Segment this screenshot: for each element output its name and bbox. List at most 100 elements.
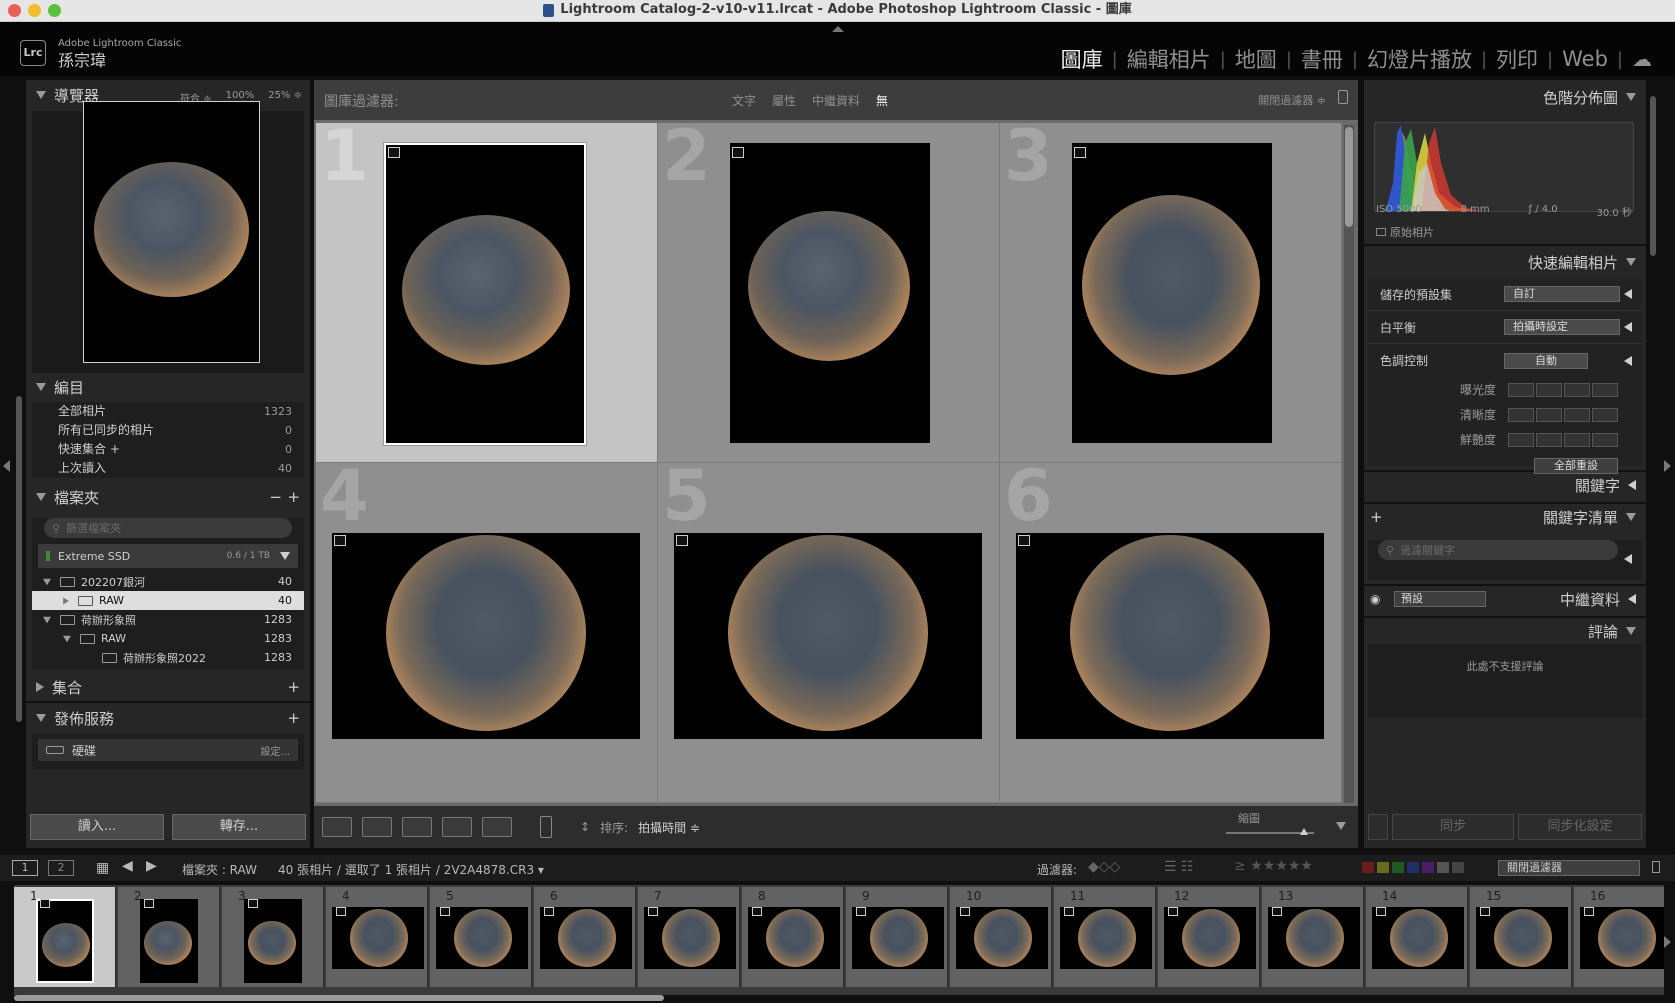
module-map[interactable]: 地圖 [1226,44,1286,74]
grid-mode-icon[interactable]: ▦ [96,860,109,876]
filmstrip-count[interactable]: 40 張相片 / 選取了 1 張相片 / 2V2A4878.CR3 ▾ [278,861,544,878]
add-folder-icon[interactable]: + [287,488,300,506]
original-photo-toggle[interactable]: 原始相片 [1376,224,1434,240]
filmstrip-cell[interactable]: 8 [742,887,844,987]
filter-preset-select[interactable]: 關閉過濾器 [1498,860,1640,876]
folder-row[interactable]: 荷辦形象照2022 1283 [32,648,304,667]
photo-thumbnail[interactable] [674,533,982,739]
grid-cell-selected[interactable]: 1 [316,123,658,463]
photo-thumbnail[interactable] [332,533,640,739]
add-keyword-icon[interactable]: + [1370,508,1383,526]
metadata-preset-select[interactable]: 預設 [1394,591,1486,607]
disclosure-triangle-icon[interactable] [1626,513,1636,521]
photo-thumbnail[interactable] [1016,533,1324,739]
sort-select[interactable]: 拍攝時間 ≑ [638,819,700,836]
saved-preset-select[interactable]: 自訂 [1504,286,1620,302]
folder-row-selected[interactable]: RAW 40 [32,591,304,610]
vibrance-plus[interactable] [1564,432,1590,447]
grid-cell[interactable]: 2 [658,123,1000,463]
filmstrip-thumbnail[interactable] [36,899,94,983]
expand-arrow-icon[interactable] [1624,289,1632,299]
import-button[interactable]: 讀入... [30,814,164,840]
publish-setup-button[interactable]: 設定... [260,743,290,758]
back-arrow-icon[interactable]: ◀ [122,858,133,874]
catalog-row-last-import[interactable]: 上次讀入 40 [32,459,304,478]
clarity-plus[interactable] [1564,407,1590,422]
filmstrip-thumbnail[interactable] [540,907,632,969]
vibrance-plus-large[interactable] [1592,432,1618,447]
photo-thumbnail[interactable] [1072,143,1272,443]
module-slideshow[interactable]: 幻燈片播放 [1358,44,1481,74]
filmstrip-thumbnail[interactable] [1372,907,1464,969]
filmstrip-thumbnail[interactable] [1580,907,1664,969]
quick-develop-header[interactable]: 快速編輯相片 [1364,244,1646,278]
add-publish-service-icon[interactable]: + [287,709,300,727]
thumbnail-size-handle[interactable] [1300,828,1308,835]
photo-thumbnail[interactable] [383,142,587,446]
toolbar-menu-icon[interactable] [1336,822,1346,830]
disclosure-triangle-icon[interactable] [1626,93,1636,101]
folder-row[interactable]: 202207銀河 40 [32,572,304,591]
loupe-view-button[interactable] [362,817,392,837]
filter-preset-select[interactable]: 關閉過濾器 ≑ [1258,92,1326,108]
disclosure-triangle-icon[interactable] [36,91,46,99]
filmstrip-cell[interactable]: 4 [326,887,428,987]
disclosure-triangle-icon[interactable] [36,383,46,391]
lock-icon[interactable] [1338,90,1348,104]
survey-view-button[interactable] [442,817,472,837]
module-book[interactable]: 書冊 [1292,44,1352,74]
exposure-minus[interactable] [1536,382,1562,397]
main-window-button[interactable]: 1 [12,860,38,876]
disclosure-triangle-icon[interactable] [36,682,44,692]
second-window-button[interactable]: 2 [48,860,74,876]
filmstrip-scrollbar[interactable] [14,995,664,1001]
filmstrip-thumbnail[interactable] [852,907,944,969]
disclosure-triangle-icon[interactable] [43,578,51,585]
zoom-25-option[interactable]: 25% ≑ [268,90,302,105]
minimize-window-button[interactable] [28,4,41,17]
comments-header[interactable]: 評論 [1364,616,1646,644]
filmstrip-cell[interactable]: 5 [430,887,532,987]
grid-cell[interactable]: 3 [1000,123,1342,463]
filmstrip-cell[interactable]: 7 [638,887,740,987]
disclosure-triangle-icon[interactable] [1626,258,1636,266]
filmstrip-thumbnail[interactable] [436,907,528,969]
grid-cell[interactable]: 5 [658,463,1000,803]
cloud-icon[interactable]: ☁ [1623,47,1661,71]
sync-button[interactable]: 同步 [1392,814,1514,840]
disclosure-triangle-icon[interactable] [43,616,51,623]
volume-expand-icon[interactable] [280,552,290,560]
filmstrip-cell[interactable]: 13 [1262,887,1364,987]
folder-row[interactable]: RAW 1283 [32,629,304,648]
forward-arrow-icon[interactable]: ▶ [146,858,157,874]
expand-arrow-icon[interactable] [1624,554,1632,564]
filter-tab-attribute[interactable]: 屬性 [772,92,796,109]
collapse-top-arrow-icon[interactable] [832,26,844,32]
filmstrip-cell[interactable]: 15 [1470,887,1572,987]
disclosure-triangle-icon[interactable] [63,635,71,642]
left-panel-toggle-icon[interactable] [3,460,10,472]
expand-arrow-icon[interactable] [1624,322,1632,332]
module-web[interactable]: Web [1553,47,1617,71]
metadata-header[interactable]: ◉ 預設 中繼資料 [1364,584,1646,612]
rating-filter-stars[interactable]: ≥ ★★★★★ [1234,858,1313,874]
exposure-minus-large[interactable] [1508,382,1534,397]
color-label-filter[interactable] [1362,862,1464,873]
catalog-header[interactable]: 編目 [26,372,310,402]
sync-toggle-switch[interactable] [1368,814,1388,840]
filter-tab-none[interactable]: 無 [876,92,888,109]
filmstrip-thumbnail[interactable] [956,907,1048,969]
expand-arrow-icon[interactable] [1628,594,1636,604]
filmstrip-thumbnail[interactable] [244,899,302,983]
filmstrip-thumbnail[interactable] [1164,907,1256,969]
publish-service-row[interactable]: 硬碟 設定... [38,739,298,761]
filmstrip-thumbnail[interactable] [748,907,840,969]
grid-cell[interactable]: 4 [316,463,658,803]
filmstrip-cell[interactable]: 2 [118,887,220,987]
filter-tab-metadata[interactable]: 中繼資料 [812,92,860,109]
filmstrip-cell-selected[interactable]: 1 [14,887,116,987]
folders-header[interactable]: 檔案夾 − + [26,482,310,512]
folder-row[interactable]: 荷辦形象照 1283 [32,610,304,629]
clarity-plus-large[interactable] [1592,407,1618,422]
filmstrip-cell[interactable]: 6 [534,887,636,987]
